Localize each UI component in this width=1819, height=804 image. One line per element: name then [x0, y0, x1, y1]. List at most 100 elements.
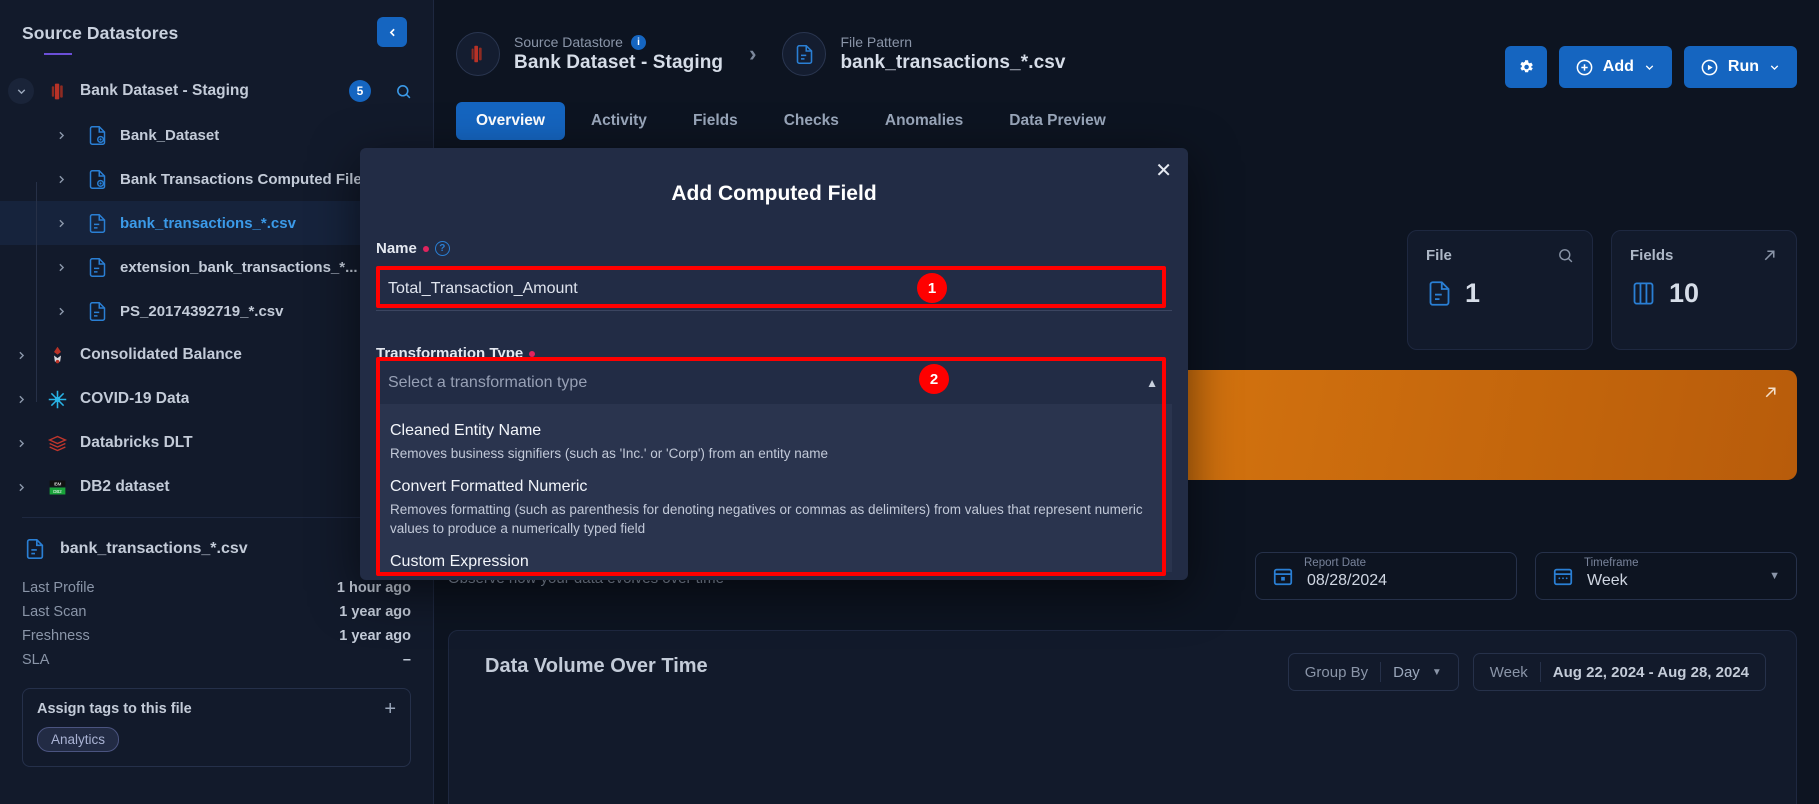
modal-form: Name ? Transformation Type Select a tran… — [360, 240, 1188, 406]
chevron-right-icon[interactable] — [48, 210, 74, 236]
transformation-type-label: Transformation Type — [376, 345, 1172, 362]
chevron-right-icon[interactable] — [48, 298, 74, 324]
overview-cards: File 1 Fields 10 — [1407, 230, 1797, 350]
file-metadata-value: 1 year ago — [339, 604, 411, 620]
file-metadata-row: Freshness 1 year ago — [22, 624, 411, 648]
group-by-selector[interactable]: Group By Day ▼ — [1287, 653, 1459, 691]
add-button[interactable]: Add — [1558, 46, 1672, 88]
name-field-label: Name ? — [376, 240, 1172, 257]
group-by-value: Day — [1393, 663, 1420, 681]
breadcrumb-kind-filepattern: File Pattern — [840, 34, 913, 50]
chevron-right-icon[interactable] — [48, 166, 74, 192]
sidebar-title: Source Datastores — [22, 22, 179, 43]
file-icon — [89, 213, 105, 233]
breadcrumb-separator: › — [749, 41, 757, 66]
dropdown-option-name: Cleaned Entity Name — [390, 422, 542, 439]
computed-file-icon — [84, 166, 110, 192]
file-metadata-key: Last Scan — [22, 604, 87, 620]
redshift-icon — [44, 78, 70, 104]
overview-card-file-value: 1 — [1465, 278, 1481, 308]
timeframe-label: Timeframe — [1584, 557, 1639, 569]
chevron-right-icon[interactable] — [8, 386, 34, 412]
chevron-right-icon[interactable] — [48, 254, 74, 280]
arrow-up-right-icon — [1764, 250, 1775, 261]
dropdown-option-custom-expression[interactable]: Custom Expression Produces a new field b… — [376, 549, 1172, 572]
transformation-type-dropdown[interactable]: Cleaned Entity Name Removes business sig… — [376, 404, 1172, 572]
databricks-icon — [44, 430, 70, 456]
chevron-up-icon[interactable]: ▲ — [1146, 376, 1158, 390]
dropdown-option-convert-formatted-numeric[interactable]: Convert Formatted Numeric Removes format… — [376, 474, 1172, 549]
search-icon[interactable] — [391, 79, 415, 103]
tags-card: Assign tags to this file + Analytics — [22, 688, 411, 767]
tab-checks[interactable]: Checks — [764, 102, 859, 140]
tab-overview[interactable]: Overview — [456, 102, 565, 140]
tab-activity[interactable]: Activity — [571, 102, 667, 140]
chevron-right-icon[interactable] — [8, 342, 34, 368]
chevron-right-icon[interactable] — [8, 474, 34, 500]
annotation-bubble-1: 1 — [917, 273, 947, 303]
question-icon[interactable]: ? — [434, 241, 450, 256]
add-tag-button[interactable]: + — [384, 699, 396, 719]
chevron-right-icon[interactable] — [48, 122, 74, 148]
required-indicator — [529, 350, 536, 357]
chevron-down-icon[interactable]: ▼ — [1432, 667, 1442, 678]
chevron-down-icon[interactable]: ▼ — [1769, 570, 1780, 582]
transformation-label-text: Transformation Type — [376, 345, 524, 362]
transformation-type-placeholder: Select a transformation type — [388, 374, 588, 391]
sidebar-header: Source Datastores — [0, 0, 433, 52]
tags-title: Assign tags to this file — [37, 701, 192, 717]
close-icon[interactable]: ✕ — [1155, 158, 1172, 183]
report-date-label: Report Date — [1304, 557, 1367, 569]
computed-file-icon — [84, 122, 110, 148]
tab-fields[interactable]: Fields — [673, 102, 758, 140]
add-button-label: Add — [1602, 58, 1634, 75]
annotation-bubble-2: 2 — [919, 364, 949, 394]
file-icon — [782, 32, 827, 76]
file-metadata-value: – — [402, 652, 411, 668]
tree-item-bank-dataset-staging[interactable]: Bank Dataset - Staging 5 — [0, 69, 433, 113]
breadcrumb-item-datastore[interactable]: Source Datastore i Bank Dataset - Stagin… — [456, 32, 723, 76]
redshift-icon — [51, 83, 63, 99]
tree-item-label: DB2 dataset — [80, 478, 170, 495]
sidebar-title-underline — [44, 53, 72, 55]
app-root: Source Datastores Bank Dataset - Staging… — [0, 0, 1819, 804]
settings-button[interactable] — [1504, 46, 1547, 88]
dropdown-option-cleaned-entity-name[interactable]: Cleaned Entity Name Removes business sig… — [376, 418, 1172, 474]
columns-icon — [1633, 282, 1654, 305]
info-icon[interactable]: i — [630, 34, 646, 50]
add-computed-field-modal: ✕ Add Computed Field Name ? Transformati… — [360, 148, 1188, 580]
svg-text:IBM: IBM — [53, 481, 61, 486]
db2-icon: IBM DB2 — [49, 480, 65, 494]
file-metadata-key: Freshness — [22, 628, 90, 644]
tag-chip[interactable]: Analytics — [37, 727, 120, 752]
file-icon — [84, 210, 110, 236]
toolbar: Add Run — [1504, 46, 1797, 88]
breadcrumb-kind-datastore: Source Datastore i — [514, 34, 723, 50]
data-volume-card: Data Volume Over Time Group By Day ▼ Wee… — [448, 630, 1797, 804]
report-date-field[interactable]: Report Date 08/28/2024 — [1255, 552, 1517, 600]
name-input[interactable] — [376, 267, 1172, 311]
breadcrumb-name-datastore: Bank Dataset - Staging — [514, 52, 724, 73]
gear-icon — [1520, 60, 1533, 73]
tab-anomalies[interactable]: Anomalies — [865, 102, 983, 140]
file-metadata-row: Last Scan 1 year ago — [22, 600, 411, 624]
file-icon — [89, 257, 105, 277]
snowflake-icon — [44, 386, 70, 412]
chevron-down-icon[interactable] — [8, 78, 34, 104]
tree-item-badge: 5 — [349, 80, 371, 102]
week-range-display[interactable]: Week Aug 22, 2024 - Aug 28, 2024 — [1472, 653, 1766, 691]
chevron-right-icon[interactable] — [8, 430, 34, 456]
sidebar-collapse-button[interactable] — [377, 17, 407, 47]
breadcrumb-item-filepattern[interactable]: File Pattern bank_transactions_*.csv — [782, 32, 1066, 76]
file-metadata-key: SLA — [22, 652, 50, 668]
overview-card-fields[interactable]: Fields 10 — [1611, 230, 1797, 350]
transformation-type-select[interactable]: Select a transformation type ▲ — [376, 362, 1172, 406]
tab-data-preview[interactable]: Data Preview — [989, 102, 1126, 140]
file-icon — [84, 298, 110, 324]
overview-card-file[interactable]: File 1 — [1407, 230, 1593, 350]
calendar-icon — [1273, 568, 1293, 586]
file-icon — [89, 301, 105, 321]
timeframe-field[interactable]: Timeframe Week ▼ — [1535, 552, 1797, 600]
report-date-value: 08/28/2024 — [1307, 572, 1388, 589]
run-button[interactable]: Run — [1683, 46, 1797, 88]
